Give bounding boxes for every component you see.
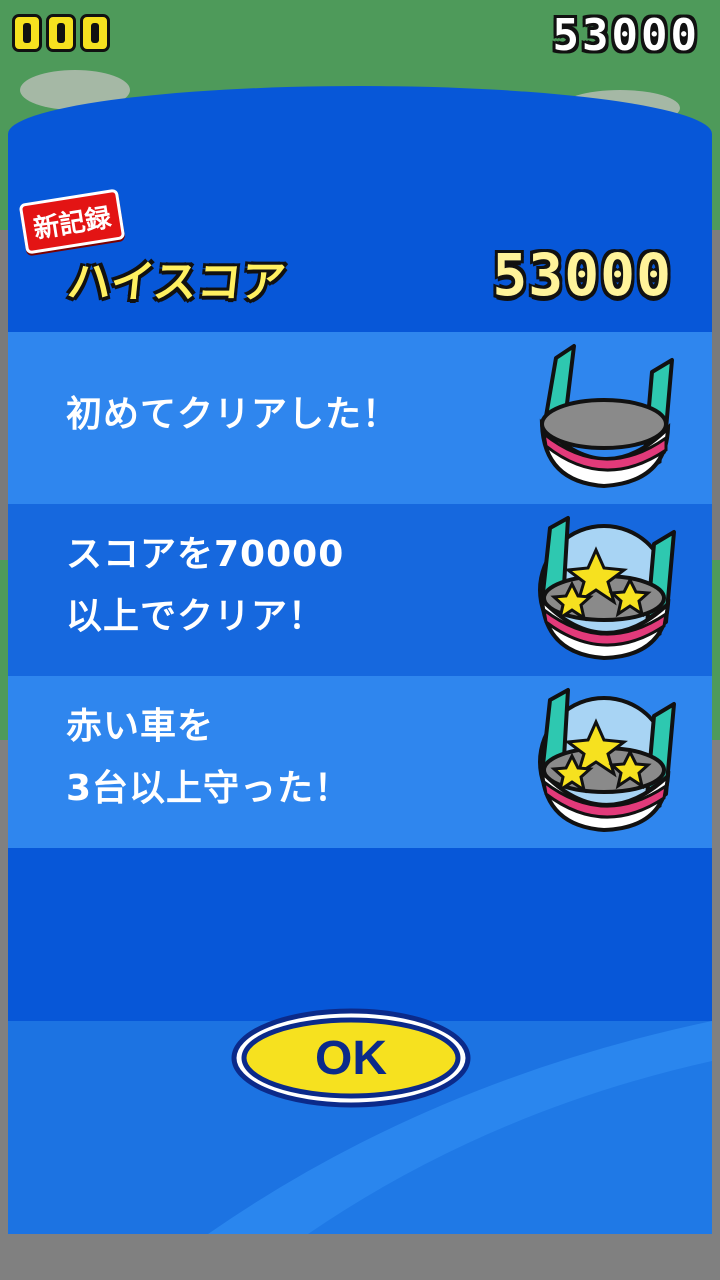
mission-text: 初めてクリアした！: [66, 394, 400, 435]
life-icon: [80, 14, 110, 52]
mission-row: 初めてクリアした！: [8, 332, 712, 504]
high-score-value: 53000: [492, 241, 672, 309]
empty-badge-icon: [539, 344, 674, 489]
high-score-label: ハイスコア: [64, 257, 289, 308]
star-badge-icon: [538, 516, 676, 661]
life-icon: [12, 14, 42, 52]
mission-text: 赤い車を 3台以上守った！: [66, 706, 352, 809]
new-record-badge: 新記録: [18, 188, 126, 255]
life-icon: [46, 14, 76, 52]
lives-indicator: [12, 14, 110, 52]
high-score-row: 新記録 ハイスコア 53000: [8, 86, 712, 332]
score-counter: 53000: [552, 10, 700, 61]
ok-button-label: OK: [315, 1032, 387, 1085]
mission-row: スコアを70000 以上でクリア！: [8, 504, 712, 676]
star-badge-icon: [538, 688, 676, 833]
mission-row: 赤い車を 3台以上守った！: [8, 676, 712, 848]
mission-text: スコアを70000 以上でクリア！: [66, 534, 345, 637]
ok-button[interactable]: OK: [231, 1008, 471, 1108]
